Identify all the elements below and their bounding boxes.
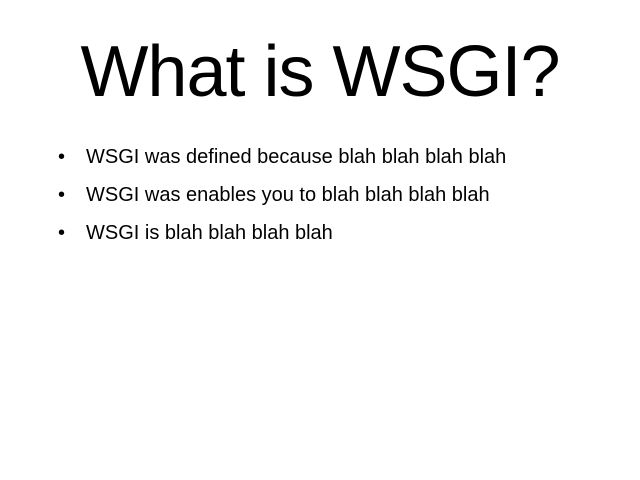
bullet-text: WSGI is blah blah blah blah: [86, 222, 333, 244]
bullet-item: • WSGI was enables you to blah blah blah…: [58, 183, 618, 207]
bullet-text: WSGI was defined because blah blah blah …: [86, 146, 507, 168]
bullet-text: WSGI was enables you to blah blah blah b…: [86, 184, 490, 206]
bullet-item: • WSGI is blah blah blah blah: [58, 221, 618, 245]
bullet-item: • WSGI was defined because blah blah bla…: [58, 145, 618, 169]
bullet-icon: •: [58, 222, 66, 244]
slide: What is WSGI? • WSGI was defined because…: [0, 0, 640, 480]
slide-title: What is WSGI?: [80, 32, 560, 112]
bullet-icon: •: [58, 146, 66, 168]
bullet-list: • WSGI was defined because blah blah bla…: [58, 145, 618, 259]
bullet-icon: •: [58, 184, 66, 206]
